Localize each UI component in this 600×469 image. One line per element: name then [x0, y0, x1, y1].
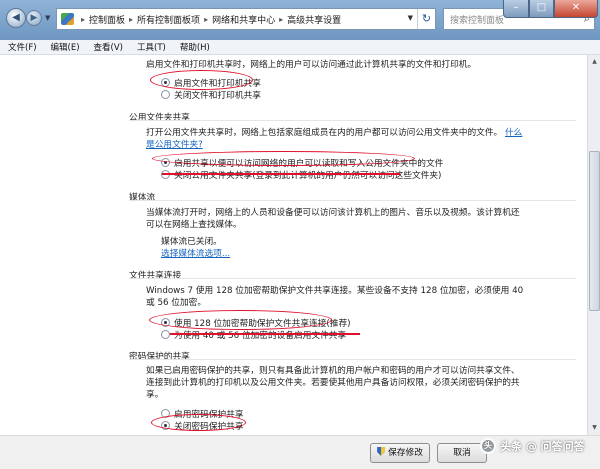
option-label: 关闭公用文件夹共享(登录到此计算机的用户仍然可以访问这些文件夹) — [174, 171, 442, 181]
refresh-icon[interactable]: ↻ — [417, 9, 435, 29]
forward-arrow-icon[interactable]: ▶ — [26, 10, 42, 26]
address-input[interactable]: ▸ 控制面板 ▸ 所有控制面板项 ▸ 网络和共享中心 ▸ 高级共享设置 ▼ — [56, 8, 436, 30]
maximize-button[interactable]: □ — [529, 0, 554, 18]
address-dropdown-icon[interactable]: ▼ — [408, 14, 413, 22]
section-divider — [129, 120, 576, 121]
option-label: 为使用 40 或 56 位加密的设备启用文件共享 — [174, 331, 347, 341]
settings-content: 启用文件和打印机共享时，网络上的用户可以访问通过此计算机共享的文件和打印机。 启… — [0, 55, 587, 435]
address-bar-area: ◀ ▶ ▼ ▸ 控制面板 ▸ 所有控制面板项 ▸ 网络和共享中心 ▸ 高级共享设… — [0, 0, 600, 40]
minimize-button[interactable]: – — [503, 0, 529, 18]
menu-tools[interactable]: 工具(T) — [137, 41, 166, 53]
radio-button[interactable] — [161, 318, 170, 327]
what-is-public-folder-link[interactable]: 什么 — [505, 128, 522, 138]
radio-button[interactable] — [161, 421, 170, 430]
chevron-right-icon[interactable]: ▸ — [81, 15, 85, 24]
menu-bar: 文件(F) 编辑(E) 查看(V) 工具(T) 帮助(H) — [0, 40, 600, 55]
radio-disable-password[interactable]: 关闭密码保护共享 — [161, 419, 244, 432]
breadcrumb-advanced-sharing[interactable]: 高级共享设置 — [287, 13, 341, 26]
section-title-media: 媒体流 — [129, 193, 156, 203]
menu-edit[interactable]: 编辑(E) — [51, 41, 80, 53]
section-divider — [129, 278, 576, 279]
radio-40-56-bit-encryption[interactable]: 为使用 40 或 56 位加密的设备启用文件共享 — [161, 328, 346, 341]
recent-pages-dropdown-icon[interactable]: ▼ — [45, 14, 50, 22]
back-arrow-icon[interactable]: ◀ — [6, 8, 26, 28]
file-sharing-description-line2: 或 56 位加密。 — [146, 298, 207, 308]
save-changes-button[interactable]: 保存修改 — [370, 443, 430, 463]
radio-disable-public-folder[interactable]: 关闭公用文件夹共享(登录到此计算机的用户仍然可以访问这些文件夹) — [161, 168, 441, 181]
watermark-text: 头条 @ 问答问答 — [500, 440, 585, 453]
breadcrumb-network-center[interactable]: 网络和共享中心 — [212, 13, 275, 26]
media-description-line2: 可以在网络上查找媒体。 — [146, 220, 242, 230]
radio-button[interactable] — [161, 158, 170, 167]
file-printer-description: 启用文件和打印机共享时，网络上的用户可以访问通过此计算机共享的文件和打印机。 — [146, 60, 477, 70]
public-folder-description-text: 打开公用文件夹共享时，网络上包括家庭组成员在内的用户都可以访问公用文件夹中的文件… — [146, 128, 503, 138]
option-label: 关闭文件和打印机共享 — [174, 91, 261, 101]
media-options-link[interactable]: 选择媒体流选项... — [161, 248, 230, 261]
radio-button[interactable] — [161, 170, 170, 179]
section-title-file-sharing: 文件共享连接 — [129, 271, 182, 281]
what-is-public-folder-link-2[interactable]: 是公用文件夹? — [146, 140, 203, 150]
control-panel-icon — [61, 13, 74, 25]
menu-help[interactable]: 帮助(H) — [180, 41, 210, 53]
scroll-down-icon[interactable]: ▼ — [589, 422, 600, 434]
watermark-logo-icon: 头 — [480, 438, 496, 454]
menu-file[interactable]: 文件(F) — [8, 41, 37, 53]
radio-disable-file-printer[interactable]: 关闭文件和打印机共享 — [161, 88, 261, 101]
scrollbar-thumb[interactable] — [589, 151, 600, 311]
shield-icon — [377, 447, 386, 456]
public-folder-link-line: 是公用文件夹? — [146, 139, 203, 152]
section-divider — [129, 200, 576, 201]
section-title-password: 密码保护的共享 — [129, 352, 190, 362]
section-title-public-folder: 公用文件夹共享 — [129, 113, 190, 123]
vertical-scrollbar[interactable]: ▲ ▼ — [587, 55, 600, 435]
radio-button[interactable] — [161, 330, 170, 339]
radio-button[interactable] — [161, 409, 170, 418]
password-description-line3: 享。 — [146, 390, 164, 400]
menu-view[interactable]: 查看(V) — [94, 41, 123, 53]
password-description-line2: 连接到此计算机的打印机以及公用文件夹。若要使其他用户具备访问权限，必须关闭密码保… — [146, 378, 520, 388]
radio-button[interactable] — [161, 78, 170, 87]
watermark: 头 头条 @ 问答问答 — [480, 438, 585, 454]
chevron-right-icon[interactable]: ▸ — [279, 15, 283, 24]
search-placeholder: 搜索控制面板 — [450, 15, 505, 26]
section-divider — [129, 359, 576, 360]
save-label: 保存修改 — [388, 448, 423, 458]
chevron-right-icon[interactable]: ▸ — [204, 15, 208, 24]
breadcrumb-all-items[interactable]: 所有控制面板项 — [137, 13, 200, 26]
breadcrumb-control-panel[interactable]: 控制面板 — [89, 13, 125, 26]
close-button[interactable]: ✕ — [554, 0, 598, 18]
option-label: 关闭密码保护共享 — [174, 422, 244, 432]
radio-button[interactable] — [161, 90, 170, 99]
chevron-right-icon[interactable]: ▸ — [129, 15, 133, 24]
scroll-up-icon[interactable]: ▲ — [589, 56, 600, 68]
